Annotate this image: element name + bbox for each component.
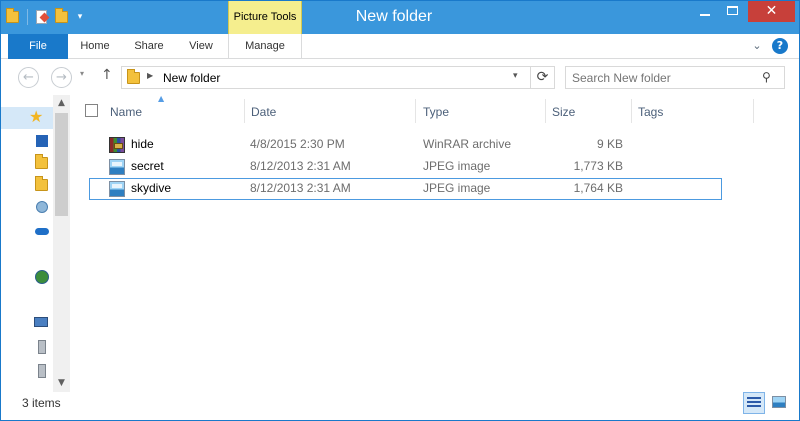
explorer-window: ▾ Picture Tools New folder ✕ File Home S…: [0, 0, 800, 421]
file-row-secret[interactable]: secret 8/12/2013 2:31 AM JPEG image 1,77…: [89, 156, 722, 178]
new-folder-icon[interactable]: [54, 8, 70, 25]
close-button[interactable]: ✕: [748, 1, 795, 22]
column-divider[interactable]: [753, 99, 754, 123]
tab-view[interactable]: View: [181, 34, 221, 59]
tab-share[interactable]: Share: [128, 34, 170, 59]
minimize-button[interactable]: [692, 1, 718, 22]
address-bar[interactable]: ▶ New folder ▾: [121, 66, 531, 89]
up-button[interactable]: ↑: [101, 67, 113, 83]
desktop-icon[interactable]: [34, 133, 50, 149]
file-row-skydive[interactable]: skydive 8/12/2013 2:31 AM JPEG image 1,7…: [89, 178, 722, 200]
tab-home[interactable]: Home: [73, 34, 117, 59]
file-name: secret: [131, 159, 164, 173]
breadcrumb-new-folder[interactable]: New folder: [163, 71, 220, 85]
file-type: WinRAR archive: [423, 137, 512, 151]
expand-ribbon-chevron-icon[interactable]: ⌄: [749, 38, 765, 54]
path-chevron-icon[interactable]: ▶: [147, 71, 153, 80]
file-date: 8/12/2013 2:31 AM: [250, 181, 351, 195]
drive-icon[interactable]: [34, 339, 50, 355]
ribbon: File Home Share View Manage ⌄ ?: [1, 34, 799, 60]
scrollbar-thumb[interactable]: [55, 113, 68, 216]
file-date: 8/12/2013 2:31 AM: [250, 159, 351, 173]
recent-places-icon[interactable]: [34, 176, 50, 193]
title-bar[interactable]: ▾ Picture Tools New folder ✕: [1, 1, 799, 35]
file-row-hide[interactable]: hide 4/8/2015 2:30 PM WinRAR archive 9 K…: [89, 134, 722, 156]
homegroup-icon[interactable]: [34, 199, 50, 215]
maximize-icon: [727, 6, 738, 15]
item-count: 3 items: [22, 396, 61, 410]
file-tab[interactable]: File: [8, 34, 68, 59]
back-button[interactable]: ←: [18, 67, 39, 88]
picture-tools-group: Picture Tools: [228, 1, 302, 35]
column-header-size[interactable]: Size: [552, 95, 632, 127]
file-date: 4/8/2015 2:30 PM: [250, 137, 345, 151]
large-icons-view-icon: [772, 396, 786, 408]
column-headers: ▲ Name Date Type Size Tags: [77, 94, 799, 127]
picture-tools-label: Picture Tools: [233, 11, 297, 23]
customize-toolbar-dropdown[interactable]: ▾: [74, 12, 86, 22]
tab-manage[interactable]: Manage: [228, 34, 302, 60]
file-name: skydive: [131, 181, 172, 195]
file-type: JPEG image: [423, 159, 491, 173]
nav-pane-selection: [1, 107, 53, 129]
navigation-bar: ← → ▾ ↑ ▶ New folder ▾ ⟳ ⚲: [1, 59, 799, 95]
nav-pane-scrollbar[interactable]: ▲ ▼: [53, 95, 70, 392]
recent-locations-dropdown[interactable]: ▾: [80, 69, 84, 78]
quick-access-toolbar: ▾: [5, 7, 86, 27]
scroll-down-arrow-icon[interactable]: ▼: [53, 375, 70, 392]
column-header-date[interactable]: Date: [251, 95, 411, 127]
computer-icon[interactable]: [34, 315, 50, 331]
column-divider[interactable]: [545, 99, 546, 123]
toolbar-separator: [27, 9, 28, 25]
drive-icon-2[interactable]: [34, 363, 50, 379]
search-input[interactable]: [572, 67, 752, 88]
column-divider[interactable]: [415, 99, 416, 123]
address-folder-icon: [126, 69, 142, 86]
column-divider[interactable]: [631, 99, 632, 123]
help-icon[interactable]: ?: [772, 38, 788, 54]
minimize-icon: [700, 14, 710, 16]
file-name: hide: [131, 137, 154, 151]
onedrive-icon[interactable]: [34, 223, 50, 239]
downloads-folder-icon[interactable]: [34, 154, 50, 171]
large-icons-view-button[interactable]: [768, 392, 790, 414]
column-header-type[interactable]: Type: [423, 95, 543, 127]
search-icon[interactable]: ⚲: [762, 70, 771, 84]
window-title-text: New folder: [355, 8, 433, 25]
details-view-button[interactable]: [743, 392, 765, 414]
navigation-pane: ★ ▲ ▼: [1, 95, 71, 392]
folder-icon[interactable]: [5, 8, 21, 25]
column-header-name[interactable]: Name: [110, 95, 240, 127]
network-icon[interactable]: [34, 269, 50, 285]
search-box[interactable]: ⚲: [565, 66, 785, 89]
favorites-star-icon[interactable]: ★: [29, 109, 45, 125]
winrar-archive-icon: [109, 137, 125, 153]
maximize-button[interactable]: [720, 1, 746, 22]
window-title: New folder: [1, 8, 799, 26]
file-size: 1,764 KB: [573, 181, 623, 195]
properties-icon[interactable]: [34, 9, 50, 25]
address-dropdown-icon[interactable]: ▾: [513, 71, 518, 81]
file-size: 1,773 KB: [573, 159, 623, 173]
jpeg-image-icon: [109, 159, 125, 175]
status-bar: 3 items: [1, 392, 799, 420]
forward-button[interactable]: →: [51, 67, 72, 88]
select-all-checkbox[interactable]: [85, 104, 98, 117]
column-divider[interactable]: [244, 99, 245, 123]
file-size: 9 KB: [596, 137, 623, 151]
refresh-button[interactable]: ⟳: [531, 66, 555, 89]
jpeg-image-icon: [109, 181, 125, 197]
scroll-up-arrow-icon[interactable]: ▲: [53, 95, 70, 112]
column-header-tags[interactable]: Tags: [638, 95, 718, 127]
details-view-icon: [747, 397, 761, 409]
file-type: JPEG image: [423, 181, 491, 195]
